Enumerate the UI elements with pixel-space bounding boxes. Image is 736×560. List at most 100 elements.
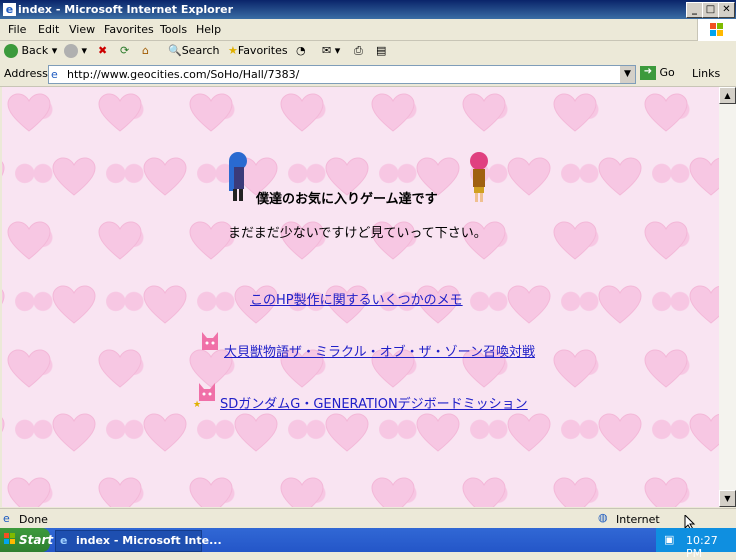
go-button[interactable]: ➜ Go bbox=[640, 66, 675, 80]
pink-hair-character-icon bbox=[470, 152, 488, 202]
stop-icon[interactable]: ✖ bbox=[98, 44, 107, 57]
page-icon: e bbox=[51, 68, 58, 81]
home-icon[interactable]: ⌂ bbox=[142, 44, 149, 57]
zone-text: Internet bbox=[616, 513, 660, 526]
scroll-up-icon[interactable]: ▲ bbox=[719, 87, 736, 104]
print-icon[interactable]: ⎙ bbox=[354, 44, 363, 58]
heart-tile bbox=[371, 93, 415, 132]
heart-tile bbox=[598, 157, 642, 196]
back-arrow-icon bbox=[4, 44, 18, 58]
heart-tile bbox=[98, 221, 142, 260]
heart-tile bbox=[462, 477, 506, 507]
menu-file[interactable]: File bbox=[8, 23, 26, 36]
heart-tile bbox=[507, 157, 551, 196]
search-button[interactable]: 🔍Search bbox=[168, 44, 220, 57]
taskbar-item-ie[interactable]: e index - Microsoft Inte... bbox=[55, 530, 222, 552]
blue-hair-character-icon bbox=[229, 152, 247, 201]
heart-tile bbox=[7, 349, 51, 388]
heart-tile bbox=[143, 413, 187, 452]
scroll-down-icon[interactable]: ▼ bbox=[719, 490, 736, 507]
address-bar: Address e http://www.geocities.com/SoHo/… bbox=[0, 63, 736, 87]
start-button[interactable]: Start bbox=[0, 528, 53, 552]
network-icon[interactable]: ▣ bbox=[664, 533, 674, 546]
standard-toolbar: Back ▾ ▾ ✖ ⟳ ⌂ 🔍Search ★Favorites ◔ ✉ ▾ … bbox=[0, 41, 736, 64]
heart-tile bbox=[598, 413, 642, 452]
link-hp-notes[interactable]: このHP製作に関するいくつかのメモ bbox=[250, 289, 463, 308]
minimize-button[interactable]: _ bbox=[686, 2, 703, 18]
menu-tools[interactable]: Tools bbox=[160, 23, 187, 36]
heart-tile bbox=[280, 93, 324, 132]
heart-tile bbox=[462, 93, 506, 132]
clock: 10:27 PM bbox=[686, 534, 718, 560]
status-text: Done bbox=[19, 513, 48, 526]
pink-cat-icon bbox=[202, 332, 218, 350]
heart-tile bbox=[416, 413, 460, 452]
page-done-icon: e bbox=[3, 512, 10, 525]
heart-tile bbox=[7, 221, 51, 260]
page-viewport[interactable]: 僕達のお気に入りゲーム達です まだまだ少ないですけど見ていって下さい。 このHP… bbox=[2, 87, 719, 507]
menu-edit[interactable]: Edit bbox=[38, 23, 59, 36]
heart-tile bbox=[52, 157, 96, 196]
vertical-scrollbar[interactable]: ▲ ▼ bbox=[719, 87, 736, 507]
heart-tile bbox=[7, 477, 51, 507]
menu-bar: File Edit View Favorites Tools Help bbox=[0, 19, 736, 41]
windows-logo-icon bbox=[697, 19, 736, 41]
heart-tile bbox=[689, 285, 719, 324]
window-title: index - Microsoft Internet Explorer bbox=[18, 3, 234, 16]
heart-tile bbox=[598, 285, 642, 324]
heart-tile bbox=[644, 477, 688, 507]
heart-tile bbox=[52, 413, 96, 452]
heart-tile bbox=[189, 93, 233, 132]
address-input[interactable]: e http://www.geocities.com/SoHo/Hall/738… bbox=[48, 65, 636, 84]
favorites-button[interactable]: ★Favorites bbox=[228, 44, 288, 57]
go-arrow-icon: ➜ bbox=[640, 66, 656, 80]
menu-help[interactable]: Help bbox=[196, 23, 221, 36]
svg-text:★: ★ bbox=[193, 400, 201, 409]
windows-flag-icon bbox=[4, 533, 16, 548]
address-dropdown-icon[interactable]: ▼ bbox=[620, 66, 635, 83]
links-button[interactable]: Links bbox=[692, 67, 720, 80]
address-label: Address bbox=[4, 67, 48, 80]
system-tray: ▣ 10:27 PM bbox=[656, 528, 736, 560]
heart-tile bbox=[553, 93, 597, 132]
heart-tile bbox=[143, 285, 187, 324]
heart-tile bbox=[689, 157, 719, 196]
globe-icon: ◍ bbox=[598, 511, 608, 524]
forward-arrow-icon bbox=[64, 44, 78, 58]
heart-tile bbox=[7, 93, 51, 132]
status-bar: e Done ◍ Internet bbox=[0, 508, 736, 531]
close-button[interactable]: ✕ bbox=[718, 2, 735, 18]
refresh-icon[interactable]: ⟳ bbox=[120, 44, 129, 57]
heart-tile bbox=[507, 413, 551, 452]
menu-view[interactable]: View bbox=[69, 23, 95, 36]
heart-tile bbox=[553, 349, 597, 388]
pink-cat-wand-icon: ★ bbox=[193, 383, 215, 409]
heart-tile bbox=[98, 93, 142, 132]
title-bar[interactable]: e index - Microsoft Internet Explorer _ … bbox=[0, 0, 736, 19]
mail-icon[interactable]: ✉ ▾ bbox=[322, 44, 340, 57]
heart-tile bbox=[143, 157, 187, 196]
page-title: 僕達のお気に入りゲーム達です bbox=[256, 192, 438, 207]
heart-tile bbox=[325, 413, 369, 452]
link-sd-gundam[interactable]: SDガンダムG・GENERATIONデジボードミッション bbox=[220, 393, 528, 412]
heart-tile bbox=[52, 285, 96, 324]
forward-button[interactable]: ▾ bbox=[64, 44, 87, 58]
heart-tile bbox=[644, 221, 688, 260]
heart-tile bbox=[553, 477, 597, 507]
heart-tile bbox=[507, 285, 551, 324]
heart-tile bbox=[689, 413, 719, 452]
menu-favorites[interactable]: Favorites bbox=[104, 23, 154, 36]
link-daikaiju[interactable]: 大貝獣物語ザ・ミラクル・オブ・ザ・ゾーン召喚対戦 bbox=[224, 341, 535, 360]
heart-tile bbox=[98, 349, 142, 388]
heart-tile bbox=[189, 477, 233, 507]
maximize-button[interactable]: □ bbox=[702, 2, 719, 18]
heart-tile bbox=[98, 477, 142, 507]
heart-tile bbox=[2, 161, 5, 177]
edit-icon[interactable]: ▤ bbox=[376, 44, 386, 57]
history-icon[interactable]: ◔ bbox=[296, 44, 306, 57]
heart-tile bbox=[644, 349, 688, 388]
ie-task-icon: e bbox=[60, 534, 68, 547]
star-icon: ★ bbox=[228, 44, 238, 57]
back-button[interactable]: Back ▾ bbox=[4, 44, 57, 58]
ie-icon: e bbox=[3, 3, 16, 16]
